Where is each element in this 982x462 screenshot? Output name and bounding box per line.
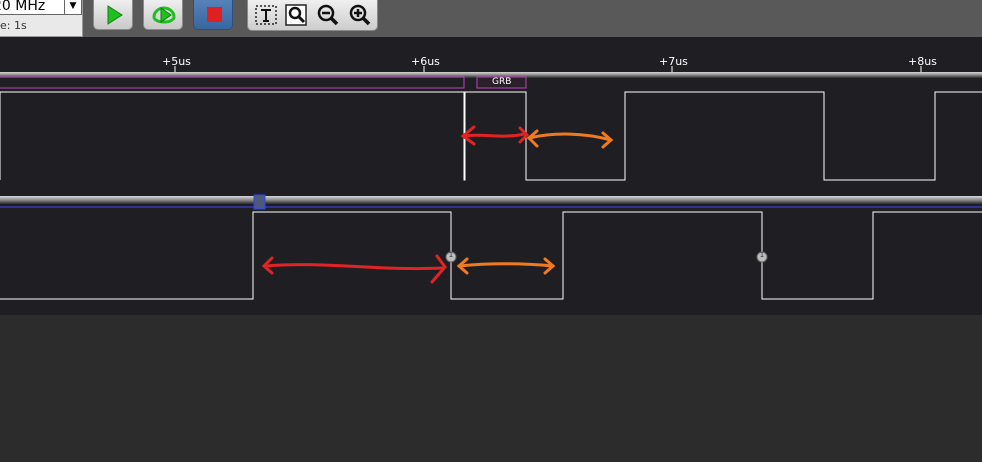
marker-label: 1 [448, 251, 454, 259]
duration-label: e: 1s [0, 19, 27, 32]
zoom-out-button[interactable] [315, 1, 341, 27]
text-cursor-icon [255, 5, 277, 25]
capture-settings: 20 MHz ▼ e: 1s [0, 0, 83, 37]
tick-label: +5us [162, 55, 191, 68]
dropdown-arrow-icon[interactable]: ▼ [64, 0, 81, 14]
waveform-svg [0, 66, 982, 300]
text-tool-button[interactable] [253, 1, 279, 27]
start-button[interactable] [93, 0, 133, 30]
marker-label: 1 [759, 251, 765, 259]
loop-button[interactable] [143, 0, 183, 30]
stop-icon [207, 7, 222, 22]
channel-separator [0, 196, 982, 204]
zoom-in-icon [349, 4, 371, 26]
red-annotation-arrow [462, 132, 526, 138]
orange-annotation-arrow [527, 132, 613, 142]
zoom-fit-icon [285, 4, 307, 26]
decoder-frame-bar[interactable] [0, 76, 465, 89]
sample-rate-select[interactable]: 20 MHz ▼ [0, 0, 82, 15]
sample-rate-value: 20 MHz [0, 0, 46, 14]
bus-marker[interactable] [253, 194, 266, 210]
waveform-canvas[interactable]: +5us +6us +7us +8us GRB 1 1 [0, 37, 982, 315]
orange-annotation-arrow [457, 262, 555, 268]
stop-button[interactable] [193, 0, 233, 30]
channel2-signal [0, 211, 982, 300]
zoom-toolbar [247, 0, 378, 31]
zoom-out-icon [317, 4, 339, 26]
loop-icon [152, 6, 176, 24]
tick-label: +7us [659, 55, 688, 68]
tick-label: +8us [908, 55, 937, 68]
zoom-fit-button[interactable] [284, 1, 310, 27]
empty-panel [0, 315, 982, 462]
toolbar: 20 MHz ▼ e: 1s [0, 0, 982, 37]
red-annotation-arrow [264, 263, 444, 271]
zoom-in-button[interactable] [347, 1, 373, 27]
play-icon [107, 5, 123, 25]
grb-decoder-label: GRB [492, 77, 512, 87]
tick-label: +6us [411, 55, 440, 68]
